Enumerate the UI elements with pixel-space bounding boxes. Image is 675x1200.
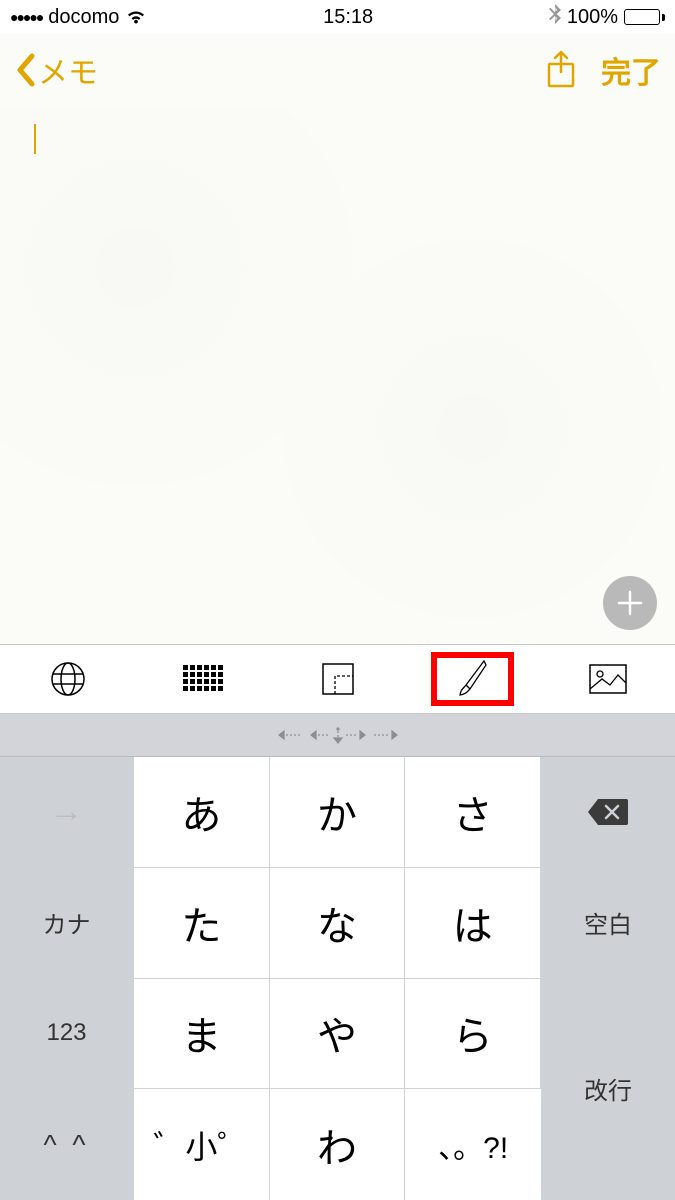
share-button[interactable] (545, 50, 577, 90)
wifi-icon (125, 9, 147, 25)
key-space[interactable]: 空白 (541, 868, 675, 979)
keyboard-grid: → あ か さ カナ た な は 空白 123 ま や ら 改行 ^ ^ ゛小゜… (0, 756, 675, 1200)
text-cursor (34, 124, 36, 154)
status-right: 100% (549, 4, 665, 30)
status-bar: ●●●●● docomo 15:18 100% (0, 0, 675, 34)
key-wa[interactable]: わ (270, 1089, 406, 1200)
key-ka[interactable]: か (270, 757, 406, 868)
key-a[interactable]: あ (134, 757, 270, 868)
globe-button[interactable] (0, 645, 135, 713)
key-enter[interactable]: 改行 (541, 979, 675, 1200)
key-kana[interactable]: カナ (0, 868, 134, 979)
battery-icon (624, 9, 665, 25)
nav-bar: メモ 完了 (0, 34, 675, 106)
carrier-label: docomo (48, 6, 119, 29)
battery-pct: 100% (567, 6, 618, 29)
add-button[interactable] (603, 576, 657, 630)
key-emoji[interactable]: ^ ^ (0, 1089, 134, 1200)
status-time: 15:18 (323, 6, 373, 29)
key-arrow[interactable]: → (0, 757, 134, 868)
key-na[interactable]: な (270, 868, 406, 979)
status-left: ●●●●● docomo (10, 6, 147, 29)
back-button[interactable]: メモ (14, 48, 98, 92)
format-toolbar (0, 644, 675, 714)
grid-button[interactable] (135, 645, 270, 713)
brush-button[interactable] (405, 645, 540, 713)
photo-button[interactable] (540, 645, 675, 713)
cursor-move-handle[interactable] (0, 714, 675, 756)
keyboard: → あ か さ カナ た な は 空白 123 ま や ら 改行 ^ ^ ゛小゜… (0, 714, 675, 1200)
key-123[interactable]: 123 (0, 979, 134, 1090)
key-punct[interactable]: 、。?! (405, 1089, 541, 1200)
chevron-left-icon (14, 52, 36, 88)
back-label: メモ (38, 48, 98, 92)
key-backspace[interactable] (541, 757, 675, 868)
bluetooth-icon (549, 4, 561, 30)
signal-dots-icon: ●●●●● (10, 9, 42, 25)
key-ta[interactable]: た (134, 868, 270, 979)
key-dakuten[interactable]: ゛小゜ (134, 1089, 270, 1200)
key-ma[interactable]: ま (134, 979, 270, 1090)
key-ya[interactable]: や (270, 979, 406, 1090)
done-button[interactable]: 完了 (601, 48, 661, 92)
note-editor[interactable] (0, 106, 675, 644)
key-ra[interactable]: ら (405, 979, 541, 1090)
key-ha[interactable]: は (405, 868, 541, 979)
key-sa[interactable]: さ (405, 757, 541, 868)
trim-button[interactable] (270, 645, 405, 713)
